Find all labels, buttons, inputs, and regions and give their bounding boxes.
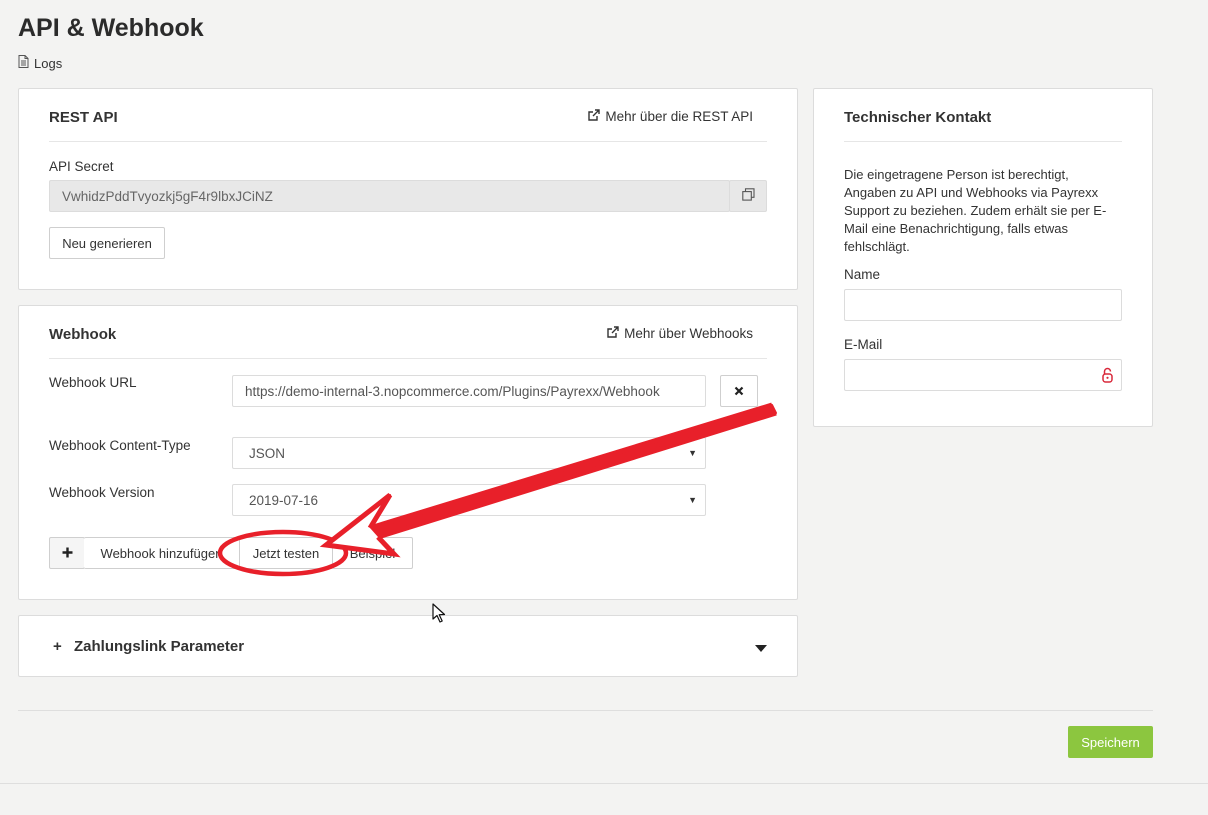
copy-icon bbox=[741, 188, 755, 204]
close-icon bbox=[734, 384, 744, 399]
rest-api-more-link[interactable]: Mehr über die REST API bbox=[588, 109, 753, 124]
webhook-version-select[interactable]: 2019-07-16 ▼ bbox=[232, 484, 706, 516]
api-secret-value: VwhidzPddTvyozkj5gF4r9lbxJCiNZ bbox=[62, 188, 273, 204]
logs-label: Logs bbox=[34, 55, 63, 71]
rest-api-card: REST API Mehr über die REST API API Secr… bbox=[18, 88, 798, 290]
mouse-cursor-icon bbox=[432, 603, 446, 627]
caret-down-icon: ▼ bbox=[688, 495, 697, 505]
regenerate-button[interactable]: Neu generieren bbox=[49, 227, 165, 259]
rest-api-more-link-label: Mehr über die REST API bbox=[605, 109, 753, 124]
plus-icon bbox=[62, 546, 73, 561]
technical-contact-divider bbox=[844, 141, 1122, 142]
caret-down-icon: ▼ bbox=[688, 448, 697, 458]
example-button[interactable]: Beispiel bbox=[332, 537, 413, 569]
webhook-version-value: 2019-07-16 bbox=[249, 492, 319, 508]
page-bottom-divider bbox=[0, 783, 1208, 784]
contact-name-input[interactable] bbox=[844, 289, 1122, 321]
plus-icon: + bbox=[53, 638, 62, 655]
zahlungslink-title: Zahlungslink Parameter bbox=[74, 638, 245, 655]
contact-email-label: E-Mail bbox=[844, 337, 883, 352]
add-webhook-button[interactable]: Webhook hinzufügen bbox=[84, 537, 240, 569]
technical-contact-description: Die eingetragene Person ist berechtigt, … bbox=[844, 167, 1107, 254]
copy-secret-button[interactable] bbox=[729, 180, 767, 212]
rest-api-divider bbox=[49, 141, 767, 142]
webhook-title: Webhook bbox=[49, 326, 117, 343]
footer-divider bbox=[18, 710, 1153, 711]
contact-name-label: Name bbox=[844, 267, 881, 282]
external-link-icon bbox=[588, 109, 601, 124]
webhook-url-input[interactable]: https://demo-internal-3.nopcommerce.com/… bbox=[232, 375, 706, 407]
logs-link[interactable]: Logs bbox=[18, 55, 62, 71]
lock-icon bbox=[1102, 367, 1113, 386]
webhook-divider bbox=[49, 358, 767, 359]
rest-api-title: REST API bbox=[49, 109, 118, 126]
webhook-url-label: Webhook URL bbox=[49, 375, 137, 390]
external-link-icon bbox=[607, 326, 619, 341]
page-title: API & Webhook bbox=[18, 14, 204, 42]
webhook-url-value: https://demo-internal-3.nopcommerce.com/… bbox=[245, 383, 660, 399]
technical-contact-title: Technischer Kontakt bbox=[844, 109, 992, 126]
document-icon bbox=[18, 55, 29, 71]
webhook-content-type-select[interactable]: JSON ▼ bbox=[232, 437, 706, 469]
contact-email-input[interactable] bbox=[844, 359, 1122, 391]
zahlungslink-card[interactable]: + Zahlungslink Parameter bbox=[18, 615, 798, 677]
caret-down-icon[interactable] bbox=[755, 640, 767, 656]
clear-webhook-url-button[interactable] bbox=[720, 375, 758, 407]
add-webhook-icon-button[interactable] bbox=[49, 537, 85, 569]
webhook-content-type-label: Webhook Content-Type bbox=[49, 438, 191, 453]
api-secret-field[interactable]: VwhidzPddTvyozkj5gF4r9lbxJCiNZ bbox=[49, 180, 730, 212]
webhook-content-type-value: JSON bbox=[249, 445, 286, 461]
test-now-button[interactable]: Jetzt testen bbox=[239, 537, 333, 569]
webhook-more-link-label: Mehr über Webhooks bbox=[624, 326, 753, 341]
webhook-more-link[interactable]: Mehr über Webhooks bbox=[607, 326, 753, 341]
webhook-version-label: Webhook Version bbox=[49, 485, 155, 500]
save-button[interactable]: Speichern bbox=[1068, 726, 1153, 758]
webhook-card: Webhook Mehr über Webhooks Webhook URL h… bbox=[18, 305, 798, 600]
api-secret-label: API Secret bbox=[49, 159, 114, 174]
